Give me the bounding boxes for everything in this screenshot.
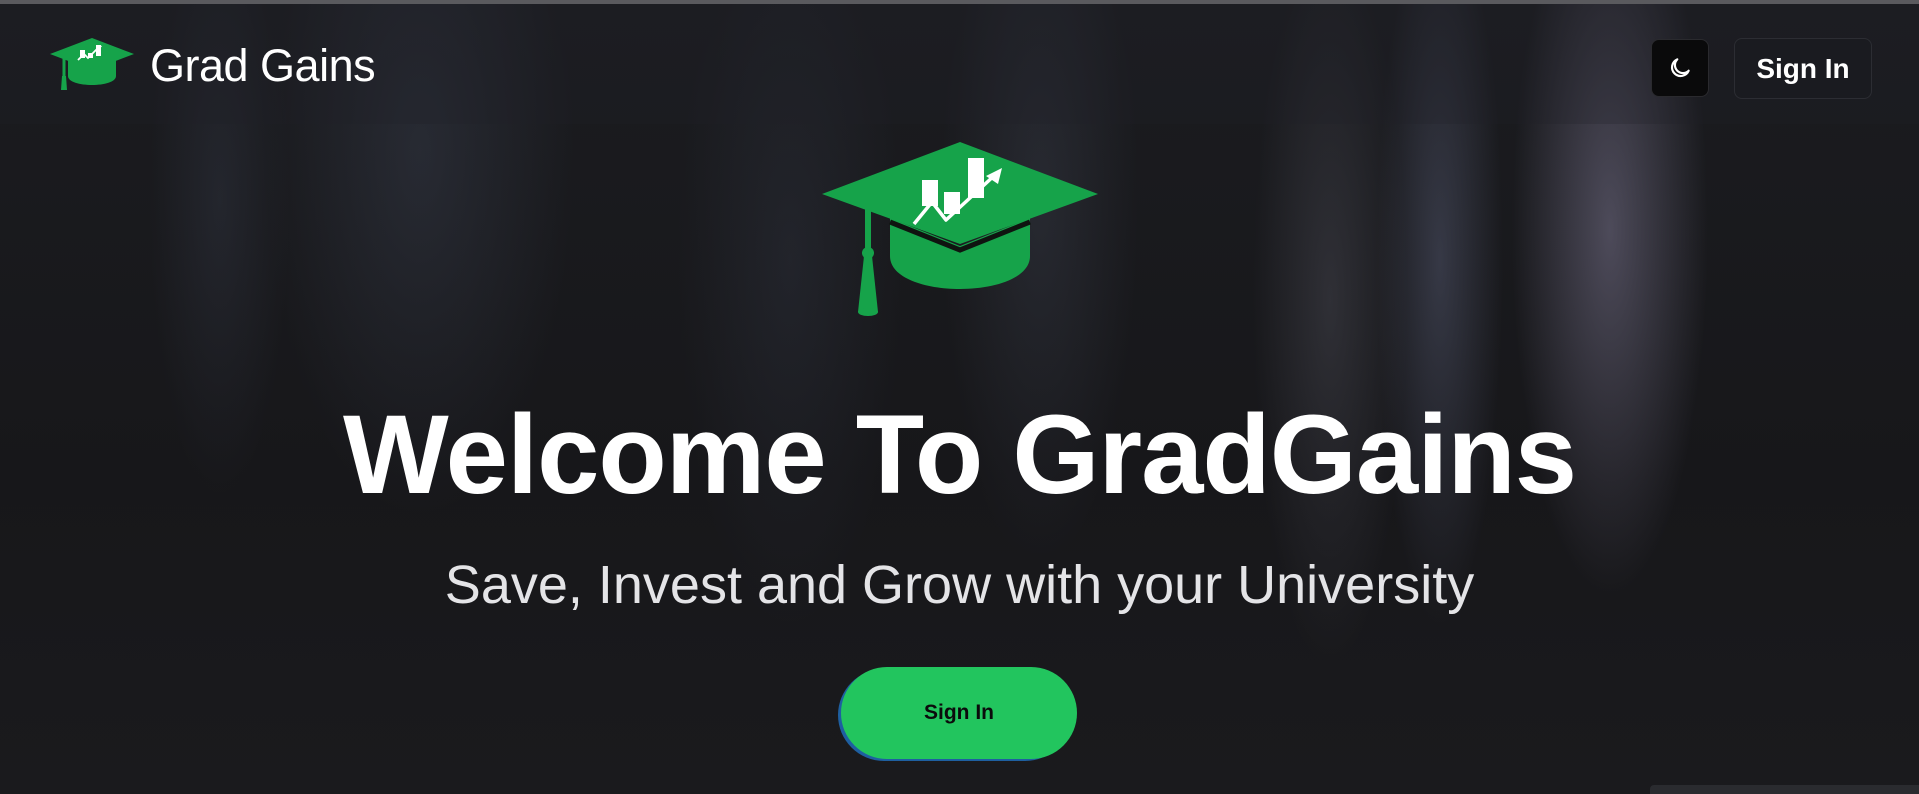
landing-page: Grad Gains Sign In Welcome To GradGains … bbox=[0, 0, 1919, 794]
hero-title: Welcome To GradGains bbox=[342, 392, 1577, 517]
moon-icon bbox=[1670, 58, 1690, 78]
header-sign-in-button[interactable]: Sign In bbox=[1734, 38, 1872, 99]
theme-toggle-button[interactable] bbox=[1651, 39, 1709, 97]
hero-graduation-cap-icon bbox=[822, 142, 1098, 316]
bottom-edge-strip bbox=[1650, 785, 1919, 794]
graduation-cap-logo-icon bbox=[50, 38, 134, 90]
navbar: Grad Gains Sign In bbox=[0, 4, 1919, 124]
brand-name: Grad Gains bbox=[150, 40, 376, 91]
brand[interactable]: Grad Gains bbox=[50, 38, 376, 94]
hero-sign-in-button[interactable]: Sign In bbox=[841, 667, 1077, 759]
hero-subtitle: Save, Invest and Grow with your Universi… bbox=[444, 555, 1475, 615]
